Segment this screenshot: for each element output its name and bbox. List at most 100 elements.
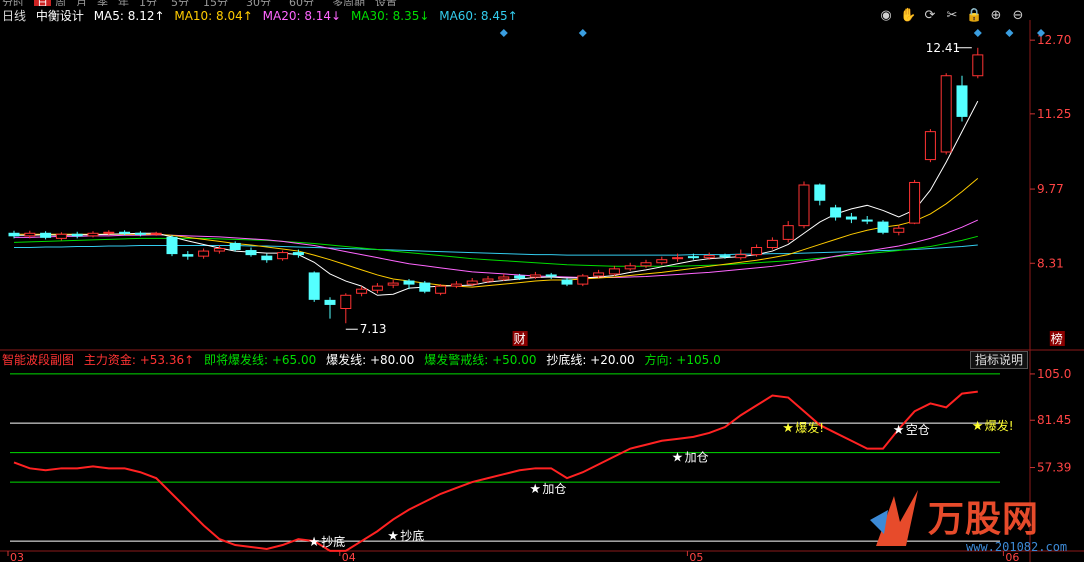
candle-up bbox=[529, 274, 541, 278]
watermark: 万股网 www.201082.com bbox=[862, 484, 1084, 562]
signal-diamond-icon bbox=[973, 29, 982, 37]
candle-down bbox=[324, 299, 336, 305]
candle-down bbox=[261, 255, 273, 261]
signal-diamond-icon bbox=[1005, 29, 1014, 37]
candle-up bbox=[387, 282, 399, 286]
ma-line-ma5 bbox=[14, 100, 979, 296]
candle-down bbox=[830, 207, 842, 218]
high-price-label: 12.41 bbox=[926, 41, 960, 55]
ma-line-ma20 bbox=[14, 219, 979, 278]
date-tick-label: 03 bbox=[10, 551, 24, 562]
price-tick-label: 9.77 bbox=[1037, 182, 1064, 196]
candle-down bbox=[814, 184, 826, 201]
candle-down bbox=[40, 232, 52, 238]
candle-down bbox=[845, 216, 857, 220]
candle-up bbox=[624, 265, 636, 270]
candle-up bbox=[498, 276, 510, 280]
ma-line-ma10 bbox=[14, 178, 979, 288]
candle-up bbox=[371, 285, 383, 291]
candle-down bbox=[134, 232, 146, 235]
candle-up bbox=[672, 257, 684, 260]
candle-down bbox=[403, 280, 415, 285]
signal-label: 加仓 bbox=[685, 451, 709, 465]
candle-up bbox=[450, 283, 462, 287]
candle-down bbox=[292, 252, 304, 256]
candle-up bbox=[482, 278, 494, 282]
indicator-tick-label: 57.39 bbox=[1037, 461, 1071, 475]
candle-down bbox=[877, 221, 889, 233]
candle-up bbox=[593, 272, 605, 277]
date-tick-label: 05 bbox=[689, 551, 703, 562]
signal-star-icon: ★ bbox=[308, 535, 320, 550]
candle-down bbox=[119, 231, 131, 234]
price-tick-label: 11.25 bbox=[1037, 107, 1071, 121]
main-fund-line bbox=[13, 390, 978, 552]
signal-label: 爆发! bbox=[985, 418, 1014, 433]
signal-label: 爆发! bbox=[795, 420, 824, 435]
candle-up bbox=[735, 254, 747, 259]
candle-up bbox=[55, 233, 67, 239]
candle-up bbox=[909, 181, 921, 224]
candle-up bbox=[24, 232, 36, 237]
low-price-label: 7.13 bbox=[360, 322, 387, 336]
candle-up bbox=[940, 75, 952, 153]
candle-down bbox=[8, 232, 20, 237]
indicator-tick-label: 81.45 bbox=[1037, 413, 1071, 427]
candle-up bbox=[703, 255, 715, 259]
candle-up bbox=[608, 268, 620, 275]
candle-up bbox=[356, 288, 368, 294]
candle-up bbox=[751, 247, 763, 256]
signal-star-icon: ★ bbox=[529, 482, 541, 497]
candle-down bbox=[229, 242, 241, 251]
signal-star-icon: ★ bbox=[893, 423, 905, 438]
candle-up bbox=[798, 184, 810, 227]
candle-down bbox=[687, 256, 699, 259]
candle-down bbox=[719, 255, 731, 258]
candle-down bbox=[308, 272, 320, 300]
signal-star-icon: ★ bbox=[972, 419, 984, 434]
candle-down bbox=[71, 233, 83, 237]
candle-down bbox=[956, 85, 968, 117]
price-tick-label: 8.31 bbox=[1037, 256, 1064, 270]
signal-diamond-icon bbox=[578, 29, 587, 37]
signal-label: 抄底 bbox=[400, 528, 424, 543]
signal-star-icon: ★ bbox=[782, 421, 794, 436]
candle-down bbox=[419, 282, 431, 292]
candle-down bbox=[245, 250, 257, 256]
candle-up bbox=[435, 285, 447, 294]
candle-up bbox=[340, 294, 352, 309]
candle-down bbox=[182, 254, 194, 257]
signal-star-icon: ★ bbox=[387, 529, 399, 544]
candle-up bbox=[198, 250, 210, 257]
candle-up bbox=[766, 239, 778, 249]
watermark-logo-icon bbox=[870, 490, 918, 546]
candle-up bbox=[150, 232, 162, 235]
event-tag-label: 财 bbox=[514, 332, 526, 346]
candle-down bbox=[166, 236, 178, 255]
event-tag-label: 榜 bbox=[1051, 331, 1063, 346]
candle-up bbox=[640, 262, 652, 267]
ma-line-ma60 bbox=[14, 244, 978, 256]
candle-up bbox=[213, 248, 225, 252]
candle-up bbox=[782, 225, 794, 240]
candle-up bbox=[103, 231, 115, 234]
signal-diamond-icon bbox=[499, 29, 508, 37]
candle-up bbox=[466, 280, 478, 285]
signal-label: 加仓 bbox=[542, 482, 566, 496]
candle-up bbox=[924, 131, 936, 161]
candle-up bbox=[87, 232, 99, 237]
ma-line-ma30 bbox=[13, 235, 978, 267]
candle-up bbox=[656, 259, 668, 264]
watermark-url: www.201082.com bbox=[966, 540, 1068, 554]
candle-down bbox=[861, 219, 873, 222]
candle-up bbox=[577, 275, 589, 285]
candle-down bbox=[545, 274, 557, 277]
candle-down bbox=[561, 279, 573, 285]
candle-up bbox=[893, 227, 905, 233]
watermark-text: 万股网 bbox=[928, 499, 1040, 540]
candle-up bbox=[972, 54, 984, 77]
candle-down bbox=[514, 275, 526, 279]
date-tick-label: 04 bbox=[342, 551, 356, 562]
chart-canvas[interactable]: 12.7011.259.778.31105.081.4557.3903 04 05 0… bbox=[0, 0, 1084, 562]
candle-up bbox=[277, 252, 289, 260]
